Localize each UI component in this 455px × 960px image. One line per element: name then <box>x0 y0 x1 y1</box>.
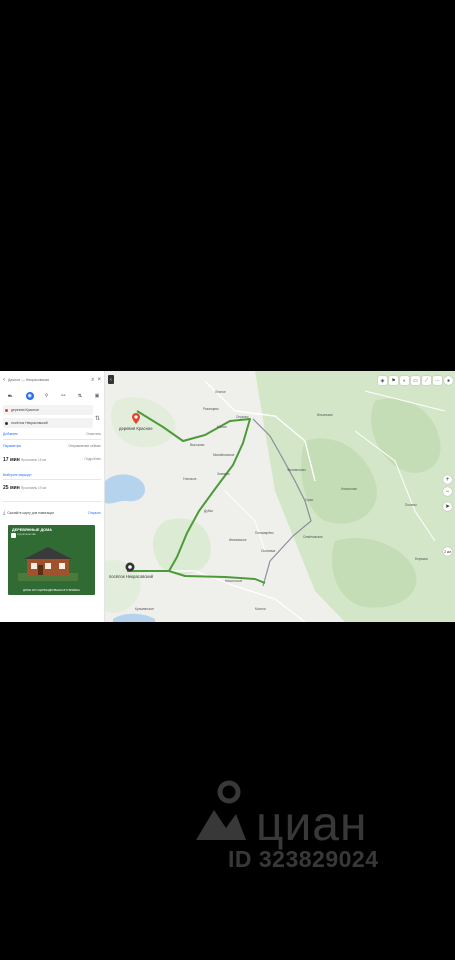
route-panel: ‹ Дачное — Некрасовская ⌕ × ⛟ ◉ ⚲ ⚯ ⛐ ▣ … <box>0 371 105 622</box>
map-label: Пономарёво <box>255 531 274 535</box>
search-row: ‹ Дачное — Некрасовская ⌕ × <box>3 375 101 385</box>
transport-modes: ⛟ ◉ ⚲ ⚯ ⛐ ▣ <box>3 391 101 401</box>
route-1-detail[interactable]: Подробнее <box>84 457 101 461</box>
map-label: Филимоново <box>287 468 306 472</box>
map-label: Михайловское <box>213 453 235 457</box>
map-label: Серково <box>236 415 249 419</box>
locate-icon[interactable]: ➤ <box>443 502 452 511</box>
map-label: Бережки <box>415 557 428 561</box>
search-input[interactable]: Дачное — Некрасовская <box>8 378 88 382</box>
map-label: Малое <box>217 425 227 429</box>
transport-icon[interactable]: ▭ <box>411 376 420 385</box>
ad-logo-icon <box>11 533 16 538</box>
zoom-out-button[interactable]: − <box>443 487 452 496</box>
route-option-1[interactable]: 17 мин Ярославль 15 км Подробнее <box>3 457 101 463</box>
settings-link[interactable]: Параметры <box>3 444 21 448</box>
departure-select[interactable]: Отправление сейчас <box>68 444 101 448</box>
close-icon[interactable]: × <box>97 377 101 383</box>
map-label: Кузьминское <box>135 607 154 611</box>
route-from-field[interactable]: деревня Красное <box>3 405 93 415</box>
route-options-row: Добавить Очистить <box>3 432 101 436</box>
divider <box>3 479 101 480</box>
mode-taxi-icon[interactable]: ▣ <box>93 392 101 400</box>
offline-banner: ⤓ Скачайте карту для навигации Открыть <box>3 506 101 520</box>
map-label: Семёновское <box>303 535 323 539</box>
back-icon[interactable]: ‹ <box>3 377 5 383</box>
map-canvas[interactable] <box>105 371 455 622</box>
origin-label: посёлок Некрасовский <box>109 574 153 579</box>
ad-subtitle: строительство <box>17 532 36 536</box>
map-label: Поляны <box>405 503 417 507</box>
mode-walk-icon[interactable]: ⚲ <box>43 392 51 400</box>
map-label: Осиновка <box>261 549 276 553</box>
mode-scooter-icon[interactable]: ⛐ <box>76 392 84 400</box>
map-label: Новоселки <box>341 487 357 491</box>
ad-bottom-text: ДОМА ИЗ ОЦИЛИНДРОВАННОГО БРЕВНА <box>23 587 80 592</box>
mode-transit-icon[interactable]: ◉ <box>25 392 34 400</box>
map-label: Зимняки <box>217 472 230 476</box>
from-dot-icon <box>5 408 8 412</box>
mode-car-icon[interactable]: ⛟ <box>3 392 17 400</box>
origin-pin-icon[interactable] <box>125 562 135 572</box>
collapse-panel-button[interactable]: ‹ <box>108 375 114 384</box>
avatar[interactable]: ● <box>444 376 453 385</box>
ad-banner[interactable]: ДЕРЕВЯННЫЕ ДОМА строительство ДОМА ИЗ ОЦ… <box>8 525 95 595</box>
map-label: Лесное <box>215 390 226 394</box>
destination-pin-icon[interactable] <box>132 413 140 424</box>
route-1-link[interactable]: Выберите маршрут <box>3 473 32 477</box>
watermark-id: ID 323829024 <box>228 846 379 872</box>
cian-logo-icon <box>196 780 246 840</box>
screenshot-frame: ‹ Дачное — Некрасовская ⌕ × ⛟ ◉ ⚲ ⚯ ⛐ ▣ … <box>0 371 455 622</box>
offline-text: Скачайте карту для навигации <box>7 511 55 515</box>
house-image <box>18 547 78 581</box>
route-1-link-row: Выберите маршрут <box>3 472 101 477</box>
watermark-brand: циан <box>256 798 368 851</box>
layers-icon[interactable]: ◈ <box>378 376 387 385</box>
download-icon: ⤓ <box>3 509 6 516</box>
route-2-time: 25 мин <box>3 485 20 491</box>
route-to-field[interactable]: посёлок Некрасовский <box>3 418 93 428</box>
map-label: Горки <box>305 498 314 502</box>
map-label: Ильинское <box>317 413 333 417</box>
route-option-2[interactable]: 25 мин Ярославль 19 км <box>3 485 101 491</box>
add-point-link[interactable]: Добавить <box>3 432 18 436</box>
clear-link[interactable]: Очистить <box>86 432 101 436</box>
divider <box>3 439 101 440</box>
map-label: Никольское <box>225 579 243 583</box>
map-toolbar: ◈ ⚑ ◐ ▭ ⟋ ⋯ ● <box>378 375 453 386</box>
map-label: Мостки <box>255 607 266 611</box>
route-from-text: деревня Красное <box>11 408 40 412</box>
map-label: Рязанцево <box>203 407 219 411</box>
divider <box>3 501 101 502</box>
map-label: Глинское <box>183 477 197 481</box>
route-1-time: 17 мин <box>3 457 20 463</box>
mode-bike-icon[interactable]: ⚯ <box>59 392 67 400</box>
offline-open-button[interactable]: Открыть <box>88 511 101 515</box>
menu-icon[interactable]: ⋯ <box>433 376 442 385</box>
ruler-icon[interactable]: ⟋ <box>422 376 431 385</box>
route-settings-row: Параметры Отправление сейчас <box>3 444 101 448</box>
map-view[interactable]: ‹ деревня Красное посёлок Некрасовский Л… <box>105 371 455 622</box>
swap-icon[interactable]: ⇅ <box>95 415 100 422</box>
map-label: Ивановское <box>229 538 247 542</box>
route-2-meta: Ярославль 19 км <box>20 486 46 490</box>
route-to-text: посёлок Некрасовский <box>11 421 48 425</box>
to-dot-icon <box>5 421 8 425</box>
search-icon[interactable]: ⌕ <box>91 377 94 383</box>
zoom-in-button[interactable]: + <box>443 475 452 484</box>
scale-badge: 2 км <box>443 547 452 556</box>
map-label: Дубки <box>204 509 213 513</box>
map-label: Высоково <box>190 443 205 447</box>
destination-label: деревня Красное <box>119 426 153 431</box>
route-1-meta: Ярославль 15 км <box>20 458 46 462</box>
panorama-icon[interactable]: ◐ <box>400 376 409 385</box>
traffic-icon[interactable]: ⚑ <box>389 376 398 385</box>
